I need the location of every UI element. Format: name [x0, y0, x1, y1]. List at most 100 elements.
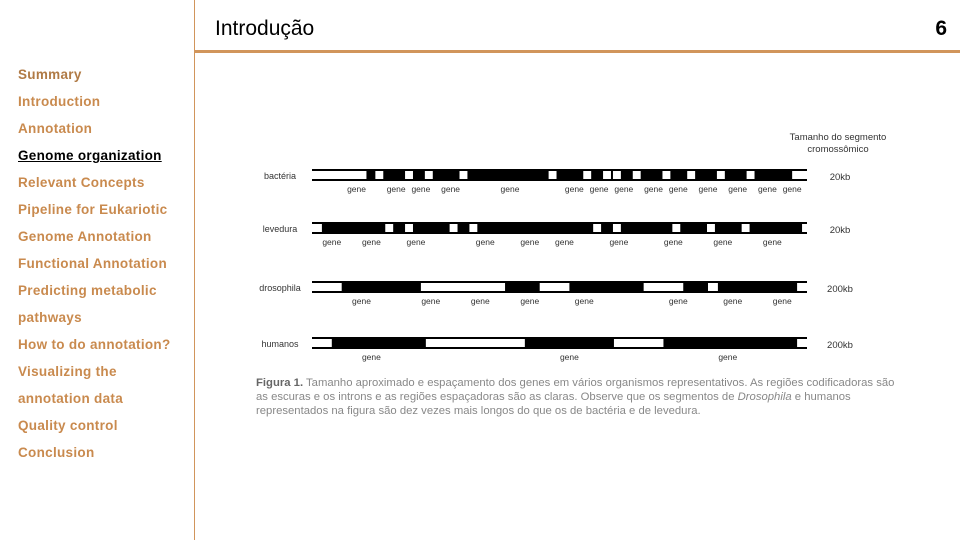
gene-label: gene: [362, 237, 381, 247]
gene-label: gene: [501, 184, 520, 194]
sidebar-item[interactable]: Functional Annotation: [18, 250, 171, 277]
gene-label: gene: [609, 237, 628, 247]
coding-region: [505, 283, 540, 291]
sidebar-item[interactable]: Genome Annotation: [18, 223, 171, 250]
page-title: Introdução: [215, 17, 315, 40]
gene-label: gene: [763, 237, 782, 247]
coding-region: [321, 224, 386, 232]
gene-label: gene: [406, 237, 425, 247]
segment-size-label: 20kb: [830, 172, 851, 183]
segment-size-label: 20kb: [830, 225, 851, 236]
gene-label: gene: [773, 296, 792, 306]
gene-label: gene: [520, 237, 539, 247]
coding-region: [477, 224, 594, 232]
coding-region: [412, 224, 450, 232]
sidebar-item[interactable]: Conclusion: [18, 439, 171, 466]
gene-label: gene: [590, 184, 609, 194]
sidebar-nav: Summary Introduction Annotation Genome orga…: [18, 61, 171, 466]
gene-label: gene: [520, 296, 539, 306]
gene-label: gene: [421, 296, 440, 306]
coding-region: [412, 171, 425, 179]
coding-region: [524, 339, 614, 347]
coding-region: [717, 283, 798, 291]
size-header: Tamanho do segmento: [790, 132, 887, 143]
gene-label: gene: [441, 184, 460, 194]
coding-region: [601, 224, 613, 232]
coding-region: [670, 171, 688, 179]
segment-size-label: 200kb: [827, 340, 853, 351]
coding-region: [341, 283, 421, 291]
gene-label: gene: [699, 184, 718, 194]
gene-label: gene: [728, 184, 747, 194]
gene-label: gene: [565, 184, 584, 194]
coding-region: [754, 171, 793, 179]
coding-region: [714, 224, 742, 232]
coding-region: [556, 171, 584, 179]
gene-label: gene: [669, 296, 688, 306]
coding-region: [569, 283, 644, 291]
sidebar-item[interactable]: Introduction: [18, 88, 171, 115]
coding-region: [663, 339, 798, 347]
sidebar-item[interactable]: Relevant Concepts: [18, 169, 171, 196]
sidebar-item[interactable]: Genome organization: [18, 142, 171, 169]
gene-label: gene: [713, 237, 732, 247]
coding-region: [749, 224, 803, 232]
gene-label: gene: [723, 296, 742, 306]
sidebar-item[interactable]: Predicting metabolic: [18, 277, 171, 304]
segment-size-label: 200kb: [827, 284, 853, 295]
gene-label: gene: [614, 184, 633, 194]
organism-label: levedura: [263, 224, 298, 234]
coding-region: [610, 171, 613, 179]
figure-caption: Figura 1. Tamanho aproximado e espaçamen…: [256, 376, 896, 418]
gene-label: gene: [644, 184, 663, 194]
sidebar-divider: [194, 0, 195, 540]
organism-label: bactéria: [264, 171, 296, 181]
gene-label: gene: [718, 352, 737, 362]
coding-region: [366, 171, 376, 179]
gene-label: gene: [471, 296, 490, 306]
caption-label: Figura 1.: [256, 377, 304, 389]
gene-label: gene: [664, 237, 683, 247]
coding-region: [383, 171, 406, 179]
sidebar-item[interactable]: Pipeline for Eukariotic: [18, 196, 171, 223]
sidebar-item[interactable]: Quality control: [18, 412, 171, 439]
coding-region: [683, 283, 708, 291]
organism-label: drosophila: [259, 283, 301, 293]
gene-label: gene: [411, 184, 430, 194]
sidebar-item[interactable]: annotation data: [18, 385, 171, 412]
gene-label: gene: [560, 352, 579, 362]
coding-region: [724, 171, 747, 179]
gene-label: gene: [476, 237, 495, 247]
page-number: 6: [935, 17, 947, 40]
coding-region: [591, 171, 604, 179]
coding-region: [695, 171, 717, 179]
organism-label: humanos: [261, 339, 299, 349]
size-header: cromossômico: [807, 144, 868, 155]
gene-label: gene: [352, 296, 371, 306]
gene-label: gene: [387, 184, 406, 194]
gene-label: gene: [347, 184, 366, 194]
gene-label: gene: [758, 184, 777, 194]
sidebar-item[interactable]: Visualizing the: [18, 358, 171, 385]
coding-region: [640, 171, 663, 179]
gene-label: gene: [669, 184, 688, 194]
sidebar-item[interactable]: Summary: [18, 61, 171, 88]
coding-region: [620, 171, 633, 179]
sidebar-item[interactable]: pathways: [18, 304, 171, 331]
coding-region: [457, 224, 470, 232]
gene-label: gene: [362, 352, 381, 362]
sidebar-item[interactable]: How to do annotation?: [18, 331, 171, 358]
coding-region: [680, 224, 708, 232]
gene-label: gene: [322, 237, 341, 247]
gene-label: gene: [555, 237, 574, 247]
header-rule: [194, 50, 960, 53]
coding-region: [432, 171, 460, 179]
coding-region: [620, 224, 673, 232]
coding-region: [393, 224, 406, 232]
coding-region: [331, 339, 426, 347]
caption-italic: Drosophila: [737, 391, 792, 403]
gene-label: gene: [783, 184, 802, 194]
coding-region: [467, 171, 549, 179]
sidebar-item[interactable]: Annotation: [18, 115, 171, 142]
gene-label: gene: [575, 296, 594, 306]
